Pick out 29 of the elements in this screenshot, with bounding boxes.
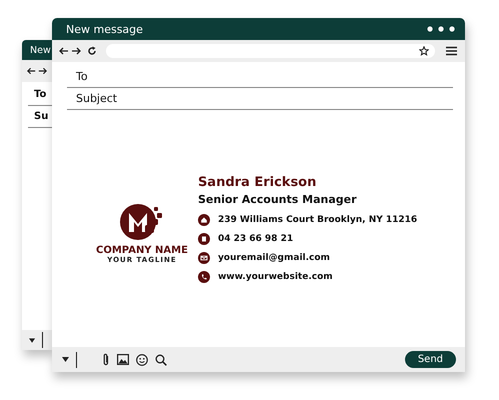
back-forward-icon[interactable] [58, 46, 82, 56]
logo-icon [120, 202, 164, 242]
search-icon[interactable] [155, 354, 167, 366]
caret-icon[interactable] [29, 338, 36, 342]
caret-icon[interactable] [62, 357, 69, 362]
home-icon [198, 214, 210, 226]
reload-icon[interactable] [87, 46, 97, 56]
paperclip-icon[interactable] [102, 353, 110, 366]
contact-text: youremail@gmail.com [218, 252, 330, 262]
field-label: To [34, 89, 46, 100]
field-label: Su [34, 111, 48, 122]
more-icon[interactable] [427, 26, 455, 32]
job-title: Senior Accounts Manager [198, 192, 358, 206]
window-title: New [30, 44, 52, 56]
field-label: To [76, 70, 88, 83]
emoji-icon[interactable] [136, 354, 148, 366]
contact-text: 239 Williams Court Brooklyn, NY 11216 [218, 214, 418, 224]
company-name: COMPANY NAME [96, 244, 188, 256]
image-icon[interactable] [117, 354, 129, 365]
star-icon[interactable] [419, 46, 429, 56]
menu-icon[interactable] [446, 46, 457, 56]
send-button[interactable]: Send [404, 351, 456, 368]
contact-text: www.yourwebsite.com [218, 272, 333, 282]
contact-text: 04 23 66 98 21 [218, 234, 294, 244]
envelope-icon [198, 252, 210, 264]
window-title: New message [66, 22, 144, 36]
back-forward-icon[interactable] [26, 66, 48, 76]
sender-name: Sandra Erickson [198, 174, 318, 190]
field-label: Subject [76, 92, 118, 105]
